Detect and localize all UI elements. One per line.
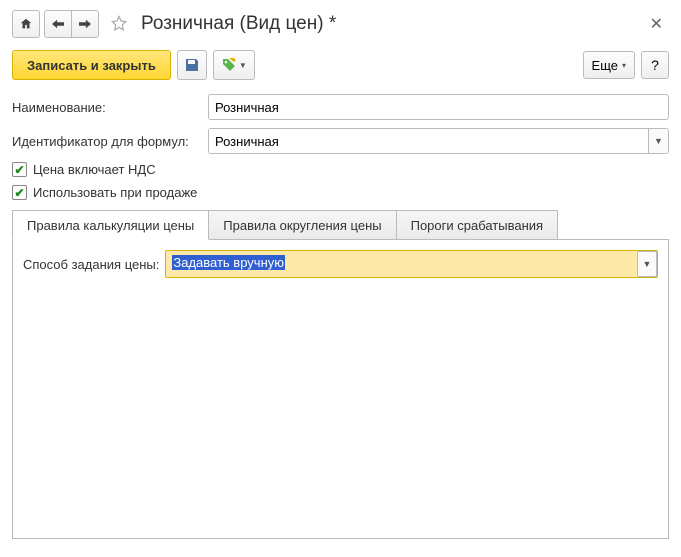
chevron-down-icon: ▼ — [239, 61, 247, 70]
floppy-icon — [184, 57, 200, 73]
more-button[interactable]: Еще ▾ — [583, 51, 635, 79]
back-button[interactable] — [44, 10, 72, 38]
forward-button[interactable] — [71, 10, 99, 38]
formula-id-dropdown-arrow[interactable]: ▼ — [648, 129, 668, 153]
home-button[interactable] — [12, 10, 40, 38]
window-title: Розничная (Вид цен) * — [141, 13, 640, 35]
use-on-sale-checkbox[interactable]: ✔ — [12, 185, 27, 200]
tab-rounding-rules[interactable]: Правила округления цены — [208, 210, 396, 240]
formula-id-combo[interactable]: ▼ — [208, 128, 669, 154]
price-method-value: Задавать вручную — [166, 251, 633, 277]
tab-price-calculation-rules[interactable]: Правила калькуляции цены — [12, 210, 209, 240]
checkmark-icon: ✔ — [14, 186, 24, 200]
tag-dropdown-button[interactable]: ▼ — [213, 50, 255, 80]
favorite-star-icon[interactable] — [109, 14, 129, 34]
price-method-label: Способ задания цены: — [23, 257, 159, 272]
tag-icon — [221, 57, 237, 73]
use-on-sale-label: Использовать при продаже — [33, 185, 197, 200]
close-icon: ✕ — [650, 16, 663, 33]
formula-id-input[interactable] — [209, 129, 648, 153]
tab-content: Способ задания цены: Задавать вручную ▼ — [12, 239, 669, 539]
price-method-dropdown-arrow[interactable]: ▼ — [637, 251, 657, 277]
formula-id-label: Идентификатор для формул: — [12, 134, 204, 149]
arrow-right-icon — [78, 18, 92, 30]
vat-included-label: Цена включает НДС — [33, 162, 156, 177]
tab-trigger-thresholds[interactable]: Пороги срабатывания — [396, 210, 558, 240]
save-button[interactable] — [177, 50, 207, 80]
name-input[interactable] — [208, 94, 669, 120]
home-icon — [19, 17, 33, 31]
save-and-close-button[interactable]: Записать и закрыть — [12, 50, 171, 80]
chevron-down-icon: ▾ — [622, 61, 626, 70]
vat-included-checkbox[interactable]: ✔ — [12, 162, 27, 177]
close-button[interactable]: ✕ — [644, 10, 669, 38]
price-method-combo[interactable]: Задавать вручную ▼ — [165, 250, 658, 278]
chevron-down-icon: ▼ — [643, 259, 652, 269]
help-button[interactable]: ? — [641, 51, 669, 79]
checkmark-icon: ✔ — [14, 163, 24, 177]
name-label: Наименование: — [12, 100, 204, 115]
arrow-left-icon — [51, 18, 65, 30]
more-label: Еще — [592, 58, 618, 73]
chevron-down-icon: ▼ — [654, 136, 663, 146]
